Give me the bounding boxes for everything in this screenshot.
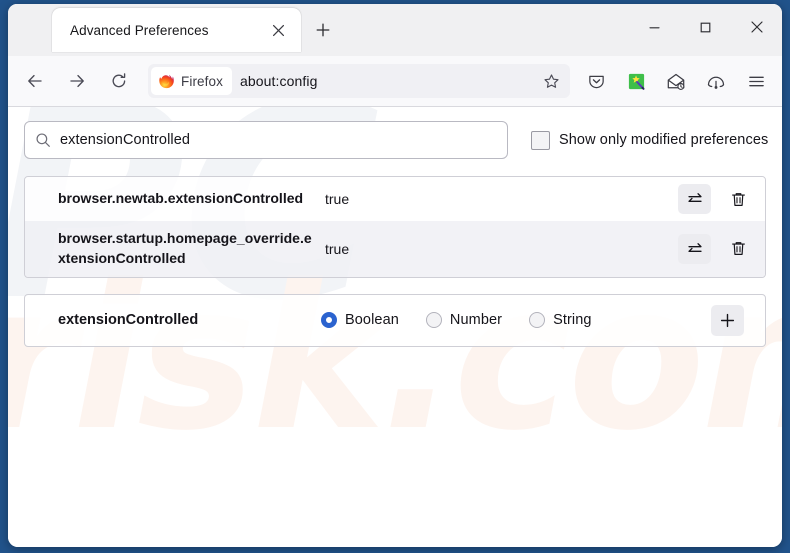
preference-value: true (325, 191, 350, 207)
radio-number[interactable]: Number (425, 312, 503, 329)
search-icon (35, 132, 51, 148)
forward-button[interactable] (60, 64, 94, 98)
identity-chip-label: Firefox (181, 73, 223, 89)
show-modified-checkbox[interactable] (531, 130, 550, 150)
search-input[interactable]: extensionControlled (24, 121, 508, 159)
tab-close-icon[interactable] (265, 17, 291, 43)
search-input-value: extensionControlled (60, 132, 191, 148)
preference-name: browser.newtab.extensionControlled (58, 190, 304, 207)
sync-account-icon[interactable] (700, 65, 732, 97)
firefox-browser-window: Advanced Preferences Firefox about:confi… (8, 4, 782, 547)
preference-value: true (325, 240, 350, 257)
radio-string-label: String (553, 312, 592, 329)
toggle-swap-icon[interactable] (678, 233, 711, 264)
table-row[interactable]: browser.startup.homepage_override.extens… (25, 221, 765, 277)
extension-magicwand-icon[interactable] (620, 65, 652, 97)
new-tab-button[interactable] (308, 15, 338, 45)
firefox-logo-icon (158, 73, 175, 90)
radio-boolean-mark[interactable] (321, 312, 337, 329)
table-row[interactable]: browser.newtab.extensionControlled true (25, 177, 765, 221)
address-bar[interactable]: Firefox about:config (148, 64, 570, 98)
minimize-button[interactable] (629, 4, 680, 50)
mail-icon[interactable] (660, 65, 692, 97)
navigation-toolbar: Firefox about:config (8, 56, 782, 107)
about-config-page: PC risk.com extensionControlled S (8, 107, 782, 547)
star-icon[interactable] (536, 67, 566, 95)
hamburger-menu-icon[interactable] (740, 65, 772, 97)
show-modified-checkbox-group[interactable]: Show only modified preferences (531, 130, 769, 150)
trash-icon[interactable] (722, 234, 755, 264)
browser-tab[interactable]: Advanced Preferences (52, 8, 301, 52)
add-preference-button[interactable] (711, 304, 744, 336)
radio-string-mark[interactable] (529, 312, 546, 329)
new-preference-type-group: Boolean Number String (321, 312, 711, 329)
add-preference-row: extensionControlled Boolean Number Strin… (25, 295, 765, 346)
back-button[interactable] (18, 64, 52, 98)
radio-number-mark[interactable] (425, 312, 442, 329)
search-row: extensionControlled Show only modified p… (8, 107, 782, 172)
add-preference-panel: extensionControlled Boolean Number Strin… (24, 293, 766, 347)
radio-string[interactable]: String (529, 312, 592, 329)
tab-title: Advanced Preferences (70, 22, 209, 38)
preference-name: browser.startup.homepage_override.extens… (58, 230, 312, 266)
preferences-list: browser.newtab.extensionControlled true (24, 176, 766, 278)
pocket-icon[interactable] (580, 65, 612, 97)
radio-number-label: Number (449, 312, 503, 329)
tab-strip: Advanced Preferences (8, 4, 782, 56)
close-window-button[interactable] (731, 4, 782, 50)
new-preference-name: extensionControlled (58, 312, 199, 329)
identity-chip[interactable]: Firefox (151, 67, 232, 95)
window-controls (629, 4, 782, 50)
radio-boolean[interactable]: Boolean (321, 312, 399, 329)
show-modified-label: Show only modified preferences (559, 132, 769, 148)
radio-boolean-label: Boolean (345, 312, 399, 329)
desktop-background: Advanced Preferences Firefox about:confi… (0, 0, 790, 553)
url-text: about:config (239, 73, 318, 89)
maximize-button[interactable] (680, 4, 731, 50)
toggle-swap-icon[interactable] (678, 184, 711, 214)
trash-icon[interactable] (722, 184, 755, 214)
reload-button[interactable] (102, 64, 136, 98)
